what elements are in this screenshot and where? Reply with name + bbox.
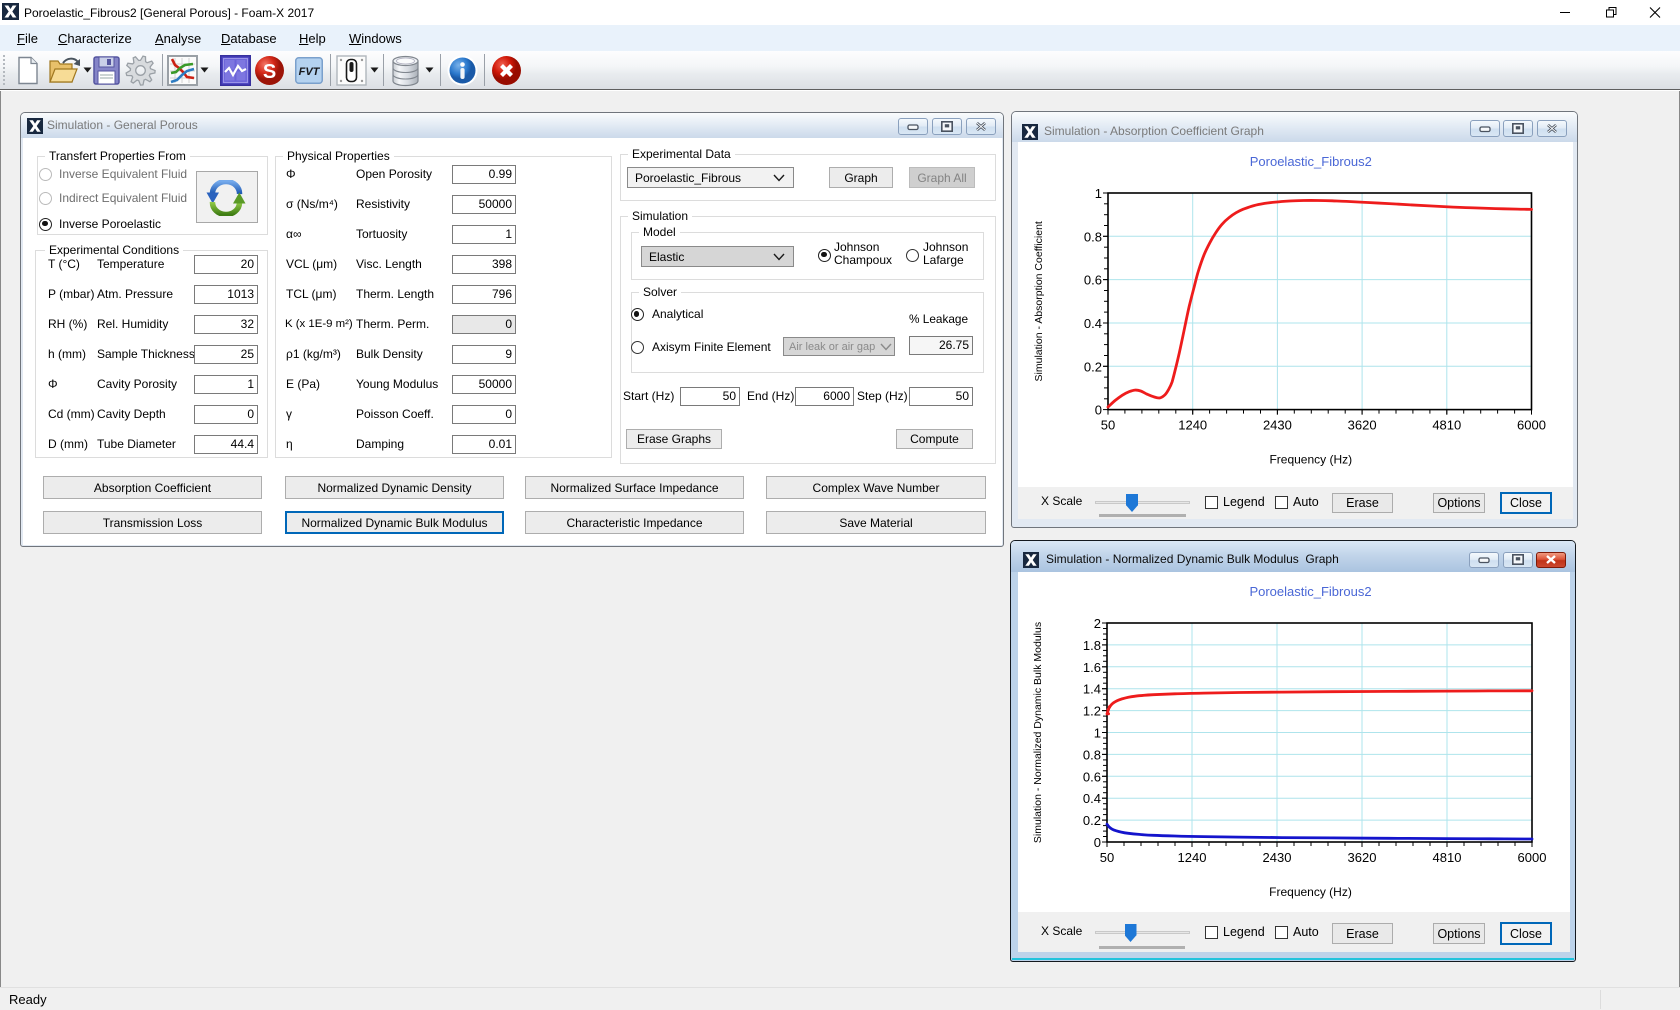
svg-text:0.8: 0.8: [1084, 229, 1102, 244]
svg-text:0.2: 0.2: [1084, 359, 1102, 374]
svg-text:Frequency (Hz): Frequency (Hz): [1269, 453, 1352, 467]
svg-text:Simulation - Absorption Coeffi: Simulation - Absorption Coefficient: [1033, 221, 1045, 381]
svg-text:0.6: 0.6: [1084, 273, 1102, 288]
svg-text:Poroelastic_Fibrous2: Poroelastic_Fibrous2: [1250, 154, 1372, 169]
svg-text:50: 50: [1101, 418, 1115, 433]
svg-text:4810: 4810: [1432, 418, 1461, 433]
svg-text:FVT: FVT: [299, 66, 321, 78]
svg-text:3620: 3620: [1348, 418, 1377, 433]
svg-text:S: S: [263, 61, 276, 83]
svg-text:0: 0: [1095, 403, 1102, 418]
svg-text:1240: 1240: [1178, 418, 1207, 433]
svg-text:1: 1: [1095, 186, 1102, 201]
svg-text:6000: 6000: [1517, 418, 1546, 433]
svg-text:2430: 2430: [1263, 418, 1292, 433]
svg-text:0.4: 0.4: [1084, 316, 1102, 331]
